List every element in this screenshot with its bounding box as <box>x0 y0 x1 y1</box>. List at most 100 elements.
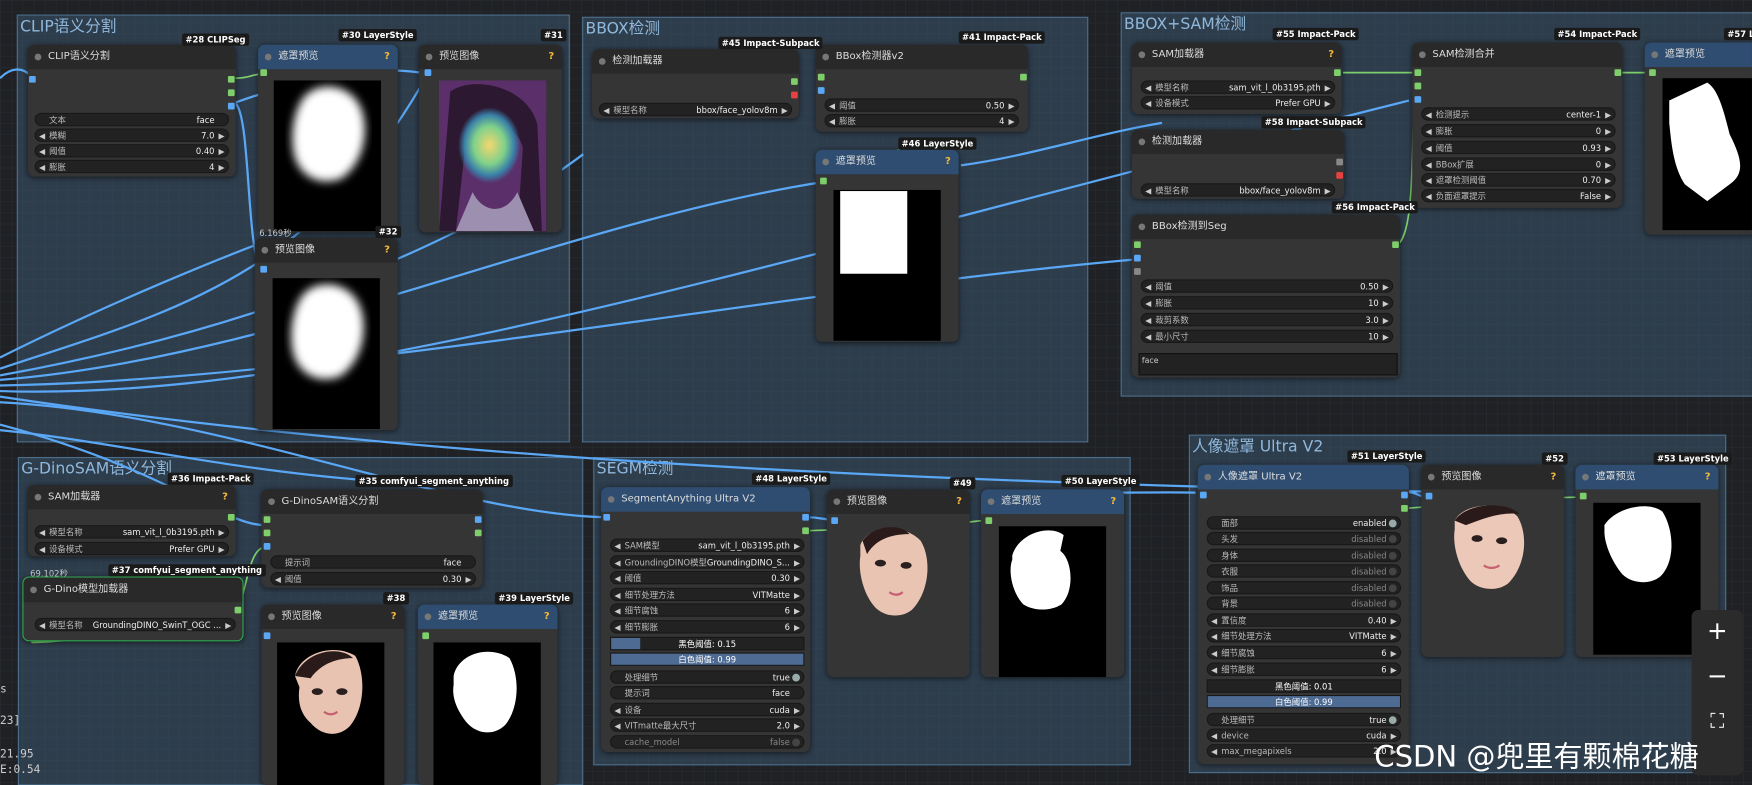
widget-dilation[interactable]: ◀ 膨胀 4 ▶ <box>34 159 230 174</box>
widget-detail-erode[interactable]: ◀ 细节腐蚀 6 ▶ <box>1206 645 1402 660</box>
widget-sam-model[interactable]: ◀ SAM模型 sam_vit_l_0b3195.pth ▶ <box>610 538 805 552</box>
node-gdino-loader-37[interactable]: G-Dino模型加载器 ◀ 模型名称 GroundingDINO_SwinT_OGC… <box>22 576 244 642</box>
output-socket[interactable] <box>474 516 482 523</box>
widget-model-name[interactable]: ◀ 模型名称 sam_vit_l_0b3195.pth ▶ <box>34 525 230 539</box>
input-socket[interactable] <box>985 517 993 525</box>
widget-hair[interactable]: 头发 disabled <box>1206 531 1402 546</box>
node-preview-38[interactable]: 预览图像? <box>261 604 405 785</box>
output-socket[interactable] <box>791 78 798 85</box>
widget-vitmatte-max-size[interactable]: ◀ VITmatte最大尺寸 2.0 ▶ <box>610 718 805 732</box>
help-icon[interactable]: ? <box>945 150 951 175</box>
widget-detection-hint[interactable]: ◀ 检测提示 center-1 ▶ <box>1421 107 1616 121</box>
node-mask-preview-46[interactable]: 遮罩预览? <box>815 149 959 342</box>
node-preview-32[interactable]: 预览图像? <box>254 237 398 431</box>
widget-cache-model[interactable]: cache_model false <box>610 735 805 749</box>
widget-threshold[interactable]: ◀ 阈值 0.30 ▶ <box>610 570 805 585</box>
input-socket[interactable] <box>1134 254 1141 262</box>
output-socket[interactable] <box>227 89 235 97</box>
input-socket[interactable] <box>817 87 825 94</box>
help-icon[interactable]: ? <box>956 489 962 514</box>
input-socket[interactable] <box>1649 69 1656 76</box>
widget-threshold[interactable]: ◀ 阈值 0.40 ▶ <box>34 144 230 158</box>
widget-negative-mask-hint[interactable]: ◀ 负面遮罩提示 False ▶ <box>1421 188 1616 203</box>
textarea-labels[interactable]: face <box>1138 353 1398 376</box>
zoom-in-button[interactable]: + <box>1692 610 1743 655</box>
widget-model-name[interactable]: ◀ 模型名称 bbox/face_yolov8m ▶ <box>1140 183 1336 197</box>
input-socket[interactable] <box>260 69 268 76</box>
widget-detail-dilate[interactable]: ◀ 细节膨胀 6 ▶ <box>1206 662 1402 676</box>
output-socket-disconnected[interactable] <box>791 91 798 99</box>
help-icon[interactable]: ? <box>384 45 390 70</box>
node-mask-preview-50[interactable]: 遮罩预览? <box>980 489 1125 678</box>
node-preview-52[interactable]: 预览图像? <box>1421 464 1565 657</box>
widget-body[interactable]: 身体 disabled <box>1206 548 1402 563</box>
input-socket[interactable] <box>1414 69 1422 76</box>
widget-device[interactable]: ◀ 设备 cuda ▶ <box>610 702 805 717</box>
output-socket[interactable] <box>227 102 235 110</box>
widget-device[interactable]: ◀ device cuda ▶ <box>1206 728 1402 742</box>
widget-detail-erode[interactable]: ◀ 细节腐蚀 6 ▶ <box>610 603 805 617</box>
output-socket[interactable] <box>1614 69 1622 76</box>
output-socket[interactable] <box>802 513 809 521</box>
widget-min-size[interactable]: ◀ 最小尺寸 10 ▶ <box>1140 329 1394 344</box>
widget-bbox-expansion[interactable]: ◀ BBox扩展 0 ▶ <box>1421 157 1616 171</box>
widget-threshold[interactable]: ◀ 阈值 0.30 ▶ <box>270 572 476 586</box>
widget-detail-dilate[interactable]: ◀ 细节膨胀 6 ▶ <box>610 620 805 634</box>
widget-prompt[interactable]: 提示词 face <box>610 686 805 700</box>
widget-process-detail[interactable]: 处理细节 true <box>1206 712 1402 727</box>
node-bbox-to-seg-56[interactable]: BBox检测到Seg ◀ 阈值 0.50 ▶ ◀ 膨胀 10 ▶ ◀ 裁剪系数 3.0 ▶ ◀ 最小… <box>1131 214 1400 378</box>
widget-text[interactable]: 文本 face <box>34 112 230 127</box>
input-socket[interactable] <box>424 69 432 76</box>
widget-detail-method[interactable]: ◀ 细节处理方法 VITMatte ▶ <box>1206 629 1402 643</box>
input-socket[interactable] <box>603 513 611 521</box>
node-clipseg[interactable]: CLIP语义分割 文本 face ◀ 模糊 7.0 ▶ ◀ 阈值 0.40 ▶ ◀ 膨胀 4 ▶ <box>27 44 236 177</box>
node-gdino-sam-35[interactable]: G-DinoSAM语义分割 提示词 face ◀ 阈值 0.30 ▶ <box>261 489 483 588</box>
input-socket[interactable] <box>263 543 271 550</box>
slider-white-point[interactable]: 白色阈值: 0.99 <box>610 652 805 666</box>
output-socket[interactable] <box>802 527 809 535</box>
node-mask-preview-30[interactable]: 遮罩预览? 6.169秒 <box>258 44 398 238</box>
help-icon[interactable]: ? <box>1328 42 1334 67</box>
input-socket[interactable] <box>820 177 827 185</box>
widget-device-mode[interactable]: ◀ 设备模式 Prefer GPU ▶ <box>1140 96 1336 110</box>
widget-threshold[interactable]: ◀ 阈值 0.50 ▶ <box>824 98 1019 112</box>
widget-device-mode[interactable]: ◀ 设备模式 Prefer GPU ▶ <box>34 541 230 556</box>
help-icon[interactable]: ? <box>1110 489 1116 514</box>
node-segment-anything-48[interactable]: SegmentAnything Ultra V2 ◀ SAM模型 sam_vit_l… <box>601 487 811 752</box>
output-socket[interactable] <box>227 513 235 521</box>
widget-blur[interactable]: ◀ 模糊 7.0 ▶ <box>34 128 230 142</box>
output-socket[interactable] <box>1392 241 1399 249</box>
output-socket[interactable] <box>1336 158 1343 166</box>
node-preview-49[interactable]: 预览图像? <box>826 489 970 678</box>
help-icon[interactable]: ? <box>548 45 554 70</box>
output-socket[interactable] <box>1020 73 1027 81</box>
help-icon[interactable]: ? <box>1705 465 1711 490</box>
output-socket[interactable] <box>227 75 235 83</box>
widget-dilation[interactable]: ◀ 膨胀 0 ▶ <box>1421 124 1616 138</box>
output-socket[interactable] <box>1401 505 1408 512</box>
slider-black-point[interactable]: 黑色阈值: 0.15 <box>610 636 805 651</box>
input-socket[interactable] <box>817 73 825 81</box>
widget-gdino-model[interactable]: ◀ GroundingDINO模型 GroundingDINO_S... ▶ <box>610 555 805 569</box>
output-socket[interactable] <box>1334 69 1341 76</box>
node-mask-preview-57[interactable]: 遮罩预览 <box>1644 42 1752 235</box>
help-icon[interactable]: ? <box>1551 465 1557 490</box>
input-socket[interactable] <box>1579 492 1587 500</box>
widget-max-megapixels[interactable]: ◀ max_megapixels 2.0 ▶ <box>1206 744 1402 758</box>
widget-mask-hint-threshold[interactable]: ◀ 遮罩检测阈值 0.70 ▶ <box>1421 173 1616 187</box>
input-socket[interactable] <box>1414 82 1422 90</box>
widget-clothes[interactable]: 衣服 disabled <box>1206 564 1402 578</box>
widget-model-name[interactable]: ◀ 模型名称 sam_vit_l_0b3195.pth ▶ <box>1140 80 1336 94</box>
help-icon[interactable]: ? <box>384 238 390 263</box>
input-socket[interactable] <box>29 75 36 83</box>
widget-model-name[interactable]: ◀ 模型名称 bbox/face_yolov8m ▶ <box>598 102 793 117</box>
widget-confidence[interactable]: ◀ 置信度 0.40 ▶ <box>1206 613 1402 627</box>
widget-threshold[interactable]: ◀ 阈值 0.93 ▶ <box>1421 140 1616 155</box>
input-socket[interactable] <box>263 529 271 537</box>
input-socket[interactable] <box>263 632 271 640</box>
widget-threshold[interactable]: ◀ 阈值 0.50 ▶ <box>1140 279 1394 293</box>
node-person-mask-51[interactable]: 人像遮罩 Ultra V2 面部 enabled 头发 disabled 身体 dis… <box>1197 464 1409 765</box>
help-icon[interactable]: ? <box>222 485 228 510</box>
zoom-out-button[interactable]: − <box>1692 655 1743 700</box>
node-sam-loader-55[interactable]: SAM加载器? ◀ 模型名称 sam_vit_l_0b3195.pth ▶ ◀ 设备模式… <box>1131 42 1342 114</box>
